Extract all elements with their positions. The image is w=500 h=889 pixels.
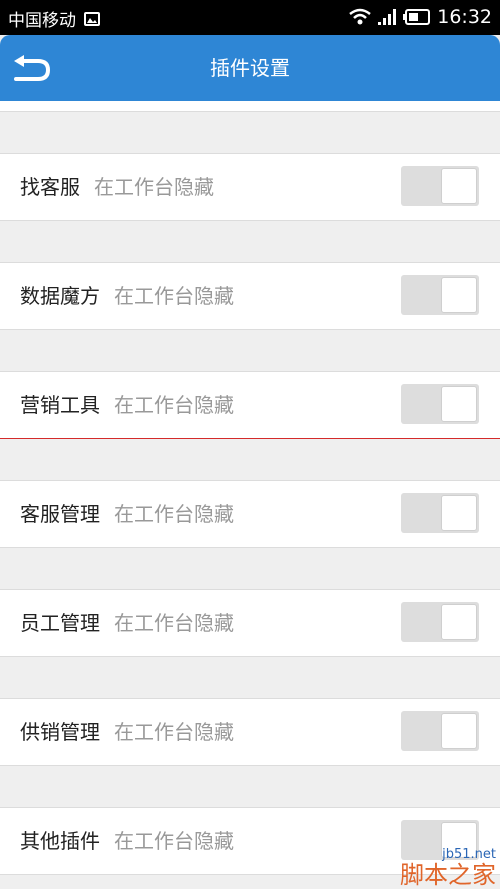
hide-toggle-customer-service-management[interactable] xyxy=(401,493,479,533)
section-gap xyxy=(0,657,500,698)
carrier-label: 中国移动 xyxy=(8,6,76,31)
setting-description: 在工作台隐藏 xyxy=(114,720,234,744)
image-notification-icon xyxy=(84,12,100,26)
setting-name: 其他插件 xyxy=(20,829,100,853)
top-divider xyxy=(0,101,500,112)
section-gap xyxy=(0,112,500,153)
section-gap xyxy=(0,766,500,807)
page-title: 插件设置 xyxy=(0,35,500,101)
section-gap xyxy=(0,439,500,480)
app-bar: 插件设置 xyxy=(0,35,500,101)
signal-icon xyxy=(377,8,397,26)
watermark-brand: 脚本之家 xyxy=(400,862,496,888)
watermark: jb51.net 脚本之家 xyxy=(400,847,496,888)
setting-name: 员工管理 xyxy=(20,611,100,635)
settings-list: 找客服在工作台隐藏 数据魔方在工作台隐藏 营销工具在工作台隐藏 客服管理在工作台… xyxy=(0,101,500,888)
section-gap xyxy=(0,548,500,589)
status-right: 16:32 xyxy=(349,6,492,28)
setting-name: 客服管理 xyxy=(20,502,100,526)
toggle-knob xyxy=(441,713,477,749)
setting-row-supply-management: 供销管理在工作台隐藏 xyxy=(0,698,500,766)
setting-row-find-service: 找客服在工作台隐藏 xyxy=(0,153,500,221)
setting-row-marketing-tools: 营销工具在工作台隐藏 xyxy=(0,371,500,439)
hide-toggle-data-cube[interactable] xyxy=(401,275,479,315)
setting-name: 营销工具 xyxy=(20,393,100,417)
setting-row-data-cube: 数据魔方在工作台隐藏 xyxy=(0,262,500,330)
watermark-site: jb51.net xyxy=(400,847,496,862)
hide-toggle-find-service[interactable] xyxy=(401,166,479,206)
toggle-knob xyxy=(441,386,477,422)
setting-name: 数据魔方 xyxy=(20,284,100,308)
setting-description: 在工作台隐藏 xyxy=(114,393,234,417)
toggle-knob xyxy=(441,277,477,313)
setting-description: 在工作台隐藏 xyxy=(114,829,234,853)
setting-name: 找客服 xyxy=(20,175,80,199)
section-gap xyxy=(0,330,500,371)
setting-description: 在工作台隐藏 xyxy=(94,175,214,199)
setting-row-staff-management: 员工管理在工作台隐藏 xyxy=(0,589,500,657)
setting-name: 供销管理 xyxy=(20,720,100,744)
clock: 16:32 xyxy=(437,6,492,28)
hide-toggle-marketing-tools[interactable] xyxy=(401,384,479,424)
setting-row-customer-service-management: 客服管理在工作台隐藏 xyxy=(0,480,500,548)
status-left: 中国移动 xyxy=(8,6,100,31)
toggle-knob xyxy=(441,168,477,204)
setting-description: 在工作台隐藏 xyxy=(114,284,234,308)
setting-description: 在工作台隐藏 xyxy=(114,611,234,635)
setting-description: 在工作台隐藏 xyxy=(114,502,234,526)
status-bar: 中国移动 16:32 xyxy=(0,0,500,35)
wifi-icon xyxy=(349,8,371,26)
toggle-knob xyxy=(441,604,477,640)
hide-toggle-supply-management[interactable] xyxy=(401,711,479,751)
battery-icon xyxy=(403,9,431,25)
hide-toggle-staff-management[interactable] xyxy=(401,602,479,642)
toggle-knob xyxy=(441,495,477,531)
section-gap xyxy=(0,221,500,262)
